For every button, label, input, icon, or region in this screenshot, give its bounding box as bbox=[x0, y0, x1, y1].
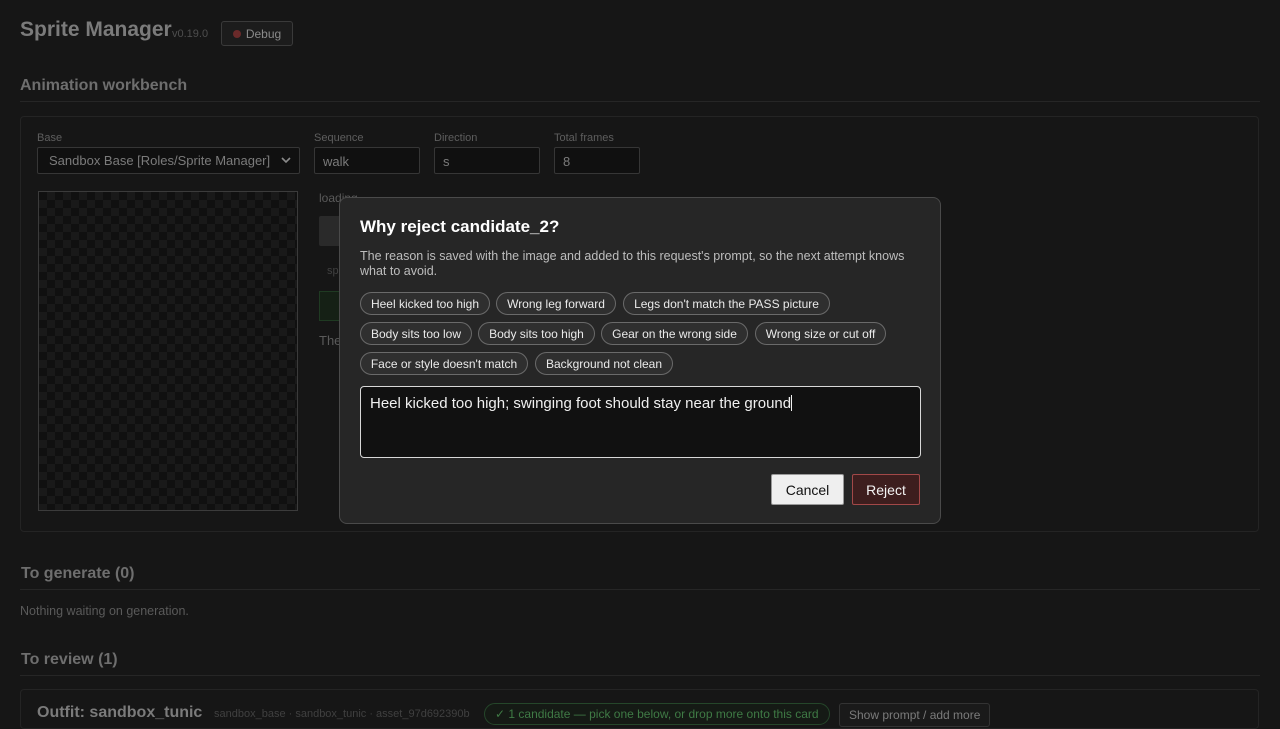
show-prompt-button[interactable]: Show prompt / add more bbox=[839, 703, 991, 727]
reason-chip[interactable]: Wrong size or cut off bbox=[755, 322, 886, 345]
dialog-description: The reason is saved with the image and a… bbox=[360, 249, 905, 278]
divider bbox=[20, 101, 1260, 102]
reason-chip[interactable]: Legs don't match the PASS picture bbox=[623, 292, 830, 315]
frames-input[interactable]: 8 bbox=[554, 147, 640, 174]
to-generate-empty: Nothing waiting on generation. bbox=[20, 604, 189, 618]
reject-button[interactable]: Reject bbox=[852, 474, 920, 505]
sprite-preview-canvas[interactable] bbox=[38, 191, 298, 511]
reason-chip[interactable]: Heel kicked too high bbox=[360, 292, 490, 315]
bug-icon bbox=[232, 29, 241, 38]
prev-frame-button[interactable] bbox=[319, 216, 341, 246]
reject-dialog: Why reject candidate_2? The reason is sa… bbox=[339, 197, 941, 524]
partial-text: sp bbox=[327, 265, 339, 277]
cancel-button[interactable]: Cancel bbox=[771, 474, 844, 505]
workbench-title: Animation workbench bbox=[20, 77, 188, 94]
divider bbox=[20, 675, 1260, 676]
sequence-label: Sequence bbox=[314, 132, 364, 144]
reason-chip[interactable]: Wrong leg forward bbox=[496, 292, 616, 315]
outfit-title: Outfit: sandbox_tunic bbox=[37, 704, 203, 721]
chevron-down-icon bbox=[281, 157, 291, 164]
to-generate-title: To generate (0) bbox=[21, 565, 135, 582]
reason-chip[interactable]: Background not clean bbox=[535, 352, 673, 375]
divider bbox=[20, 589, 1260, 590]
reason-chip[interactable]: Body sits too low bbox=[360, 322, 472, 345]
reason-text: Heel kicked too high; swinging foot shou… bbox=[370, 395, 792, 412]
reason-chip[interactable]: Body sits too high bbox=[478, 322, 595, 345]
candidate-badge: ✓ 1 candidate — pick one below, or drop … bbox=[484, 703, 830, 725]
direction-label: Direction bbox=[434, 132, 478, 144]
version-label: v0.19.0 bbox=[172, 28, 209, 40]
reason-chip[interactable]: Face or style doesn't match bbox=[360, 352, 528, 375]
reason-textarea[interactable]: Heel kicked too high; swinging foot shou… bbox=[360, 386, 921, 458]
base-select-value: Sandbox Base [Roles/Sprite Manager] bbox=[49, 153, 271, 168]
debug-button-label: Debug bbox=[245, 26, 282, 41]
text-cursor bbox=[791, 395, 793, 411]
to-review-title: To review (1) bbox=[21, 651, 118, 668]
base-select[interactable]: Sandbox Base [Roles/Sprite Manager] bbox=[37, 147, 300, 174]
base-label: Base bbox=[37, 132, 63, 144]
frames-label: Total frames bbox=[554, 132, 614, 144]
sequence-input[interactable]: walk bbox=[314, 147, 420, 174]
accept-button[interactable] bbox=[319, 291, 341, 321]
direction-input[interactable]: s bbox=[434, 147, 540, 174]
app-title: Sprite Manager bbox=[20, 18, 172, 41]
reason-chip[interactable]: Gear on the wrong side bbox=[601, 322, 748, 345]
debug-button[interactable]: Debug bbox=[221, 21, 293, 46]
outfit-meta: sandbox_base · sandbox_tunic · asset_97d… bbox=[214, 708, 470, 720]
dialog-title: Why reject candidate_2? bbox=[360, 217, 560, 236]
